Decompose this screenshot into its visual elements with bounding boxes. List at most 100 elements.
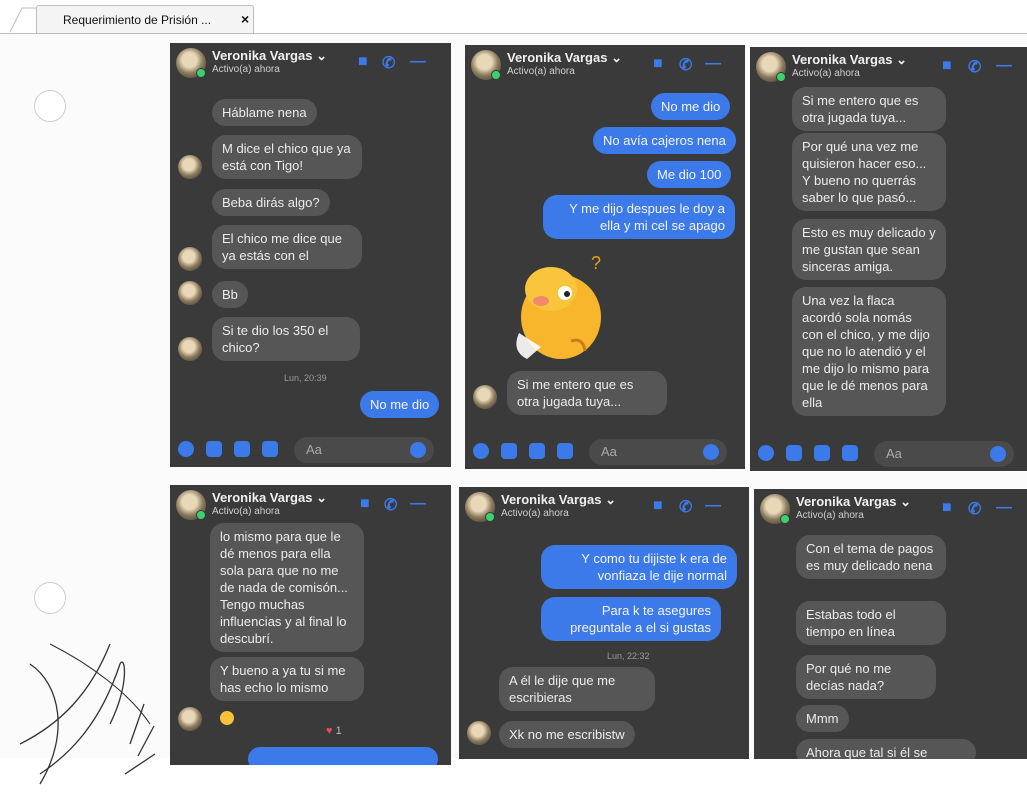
contact-status: Activo(a) ahora (796, 510, 864, 521)
video-call-icon[interactable]: ■ (942, 57, 952, 75)
punch-hole-bottom (34, 582, 66, 614)
received-message: lo mismo para que le dé menos para ella … (210, 523, 364, 652)
contact-name[interactable]: Veronika Vargas ⌄ (796, 494, 911, 510)
emoji-icon[interactable] (703, 444, 719, 460)
sticker-icon[interactable] (529, 443, 545, 459)
chat-screenshot-5: Veronika Vargas ⌄ Activo(a) ahora ■ ✆ — … (459, 487, 749, 759)
contact-name[interactable]: Veronika Vargas ⌄ (792, 52, 907, 68)
received-message: Y bueno a ya tu si me has echo lo mismo (210, 657, 364, 701)
contact-name[interactable]: Veronika Vargas ⌄ (501, 492, 616, 508)
sticker-icon: ? (516, 255, 601, 359)
received-message: Beba dirás algo? (212, 189, 330, 216)
chat-screenshot-4: Veronika Vargas ⌄ Activo(a) ahora ■ ✆ — … (170, 485, 451, 765)
contact-avatar (471, 50, 501, 80)
video-call-icon[interactable]: ■ (360, 495, 370, 513)
video-call-icon[interactable]: ■ (358, 53, 368, 71)
contact-avatar (756, 52, 786, 82)
chat-header: Veronika Vargas ⌄ Activo(a) ahora ■ ✆ — (750, 47, 1027, 87)
message-input-placeholder: Aa (306, 442, 322, 457)
minimize-icon[interactable]: — (705, 497, 721, 515)
emoji-icon (220, 711, 234, 725)
gif-icon[interactable] (557, 443, 573, 459)
received-message: Por qué no me decías nada? (796, 655, 936, 699)
document-tab[interactable]: Requerimiento de Prisión ... × (36, 5, 254, 34)
chat-screenshot-1: Veronika Vargas ⌄ Activo(a) ahora ■ ✆ — … (170, 43, 451, 467)
sender-avatar (178, 281, 202, 305)
sticker-icon[interactable] (814, 445, 830, 461)
minimize-icon[interactable]: — (996, 499, 1012, 517)
heart-reaction-icon[interactable]: ♥ 1 (326, 725, 342, 737)
emoji-icon[interactable] (410, 442, 426, 458)
message-input-placeholder: Aa (886, 446, 902, 461)
gif-icon[interactable] (842, 445, 858, 461)
message-timestamp: Lun, 22:32 (607, 651, 650, 661)
chat-header: Veronika Vargas ⌄ Activo(a) ahora ■ ✆ — (754, 489, 1027, 529)
contact-name[interactable]: Veronika Vargas ⌄ (212, 490, 327, 506)
emoji-icon[interactable] (990, 446, 1006, 462)
phone-icon[interactable]: ✆ (679, 55, 692, 75)
message-timestamp: Lun, 20:39 (284, 373, 327, 383)
plus-icon[interactable] (178, 441, 194, 457)
sent-message: No me dio (360, 391, 440, 418)
phone-icon[interactable]: ✆ (382, 53, 395, 73)
plus-icon[interactable] (473, 443, 489, 459)
chat-screenshot-2: Veronika Vargas ⌄ Activo(a) ahora ■ ✆ — … (465, 45, 745, 469)
received-message: Si te dio los 350 el chico? (212, 317, 360, 361)
contact-name[interactable]: Veronika Vargas ⌄ (212, 48, 327, 64)
received-message: Ahora que tal si él se (796, 739, 976, 759)
video-call-icon[interactable]: ■ (942, 499, 952, 517)
image-icon[interactable] (501, 443, 517, 459)
minimize-icon[interactable]: — (996, 57, 1012, 75)
message-input[interactable]: Aa (874, 441, 1014, 467)
received-message: El chico me dice que ya estás con el (212, 225, 362, 269)
received-message: Mmm (796, 705, 849, 732)
sent-message: Y me dijo despues le doy a ella y mi cel… (543, 195, 735, 239)
video-call-icon[interactable]: ■ (653, 55, 663, 73)
chat-screenshot-6: Veronika Vargas ⌄ Activo(a) ahora ■ ✆ — … (754, 489, 1027, 759)
online-indicator (780, 514, 790, 524)
chat-screenshot-3: Veronika Vargas ⌄ Activo(a) ahora ■ ✆ — … (750, 47, 1027, 471)
contact-name[interactable]: Veronika Vargas ⌄ (507, 50, 622, 66)
phone-icon[interactable]: ✆ (384, 495, 397, 515)
sent-message: No me dio (651, 93, 731, 120)
contact-status: Activo(a) ahora (212, 506, 280, 517)
received-message: Estabas todo el tiempo en línea (796, 601, 946, 645)
received-message: Si me entero que es otra jugada tuya... (792, 87, 946, 131)
tab-close-icon[interactable]: × (241, 11, 249, 27)
plus-icon[interactable] (758, 445, 774, 461)
received-message: Por qué una vez me quisieron hacer eso..… (792, 133, 946, 211)
handwritten-signature (19, 643, 156, 785)
message-input[interactable]: Aa (294, 437, 434, 463)
online-indicator (776, 72, 786, 82)
minimize-icon[interactable]: — (705, 55, 721, 73)
phone-icon[interactable]: ✆ (968, 499, 981, 519)
phone-icon[interactable]: ✆ (679, 497, 692, 517)
received-message: Bb (212, 281, 248, 308)
contact-avatar (760, 494, 790, 524)
message-input-placeholder: Aa (601, 444, 617, 459)
gif-icon[interactable] (262, 441, 278, 457)
image-icon[interactable] (206, 441, 222, 457)
sticker-icon[interactable] (234, 441, 250, 457)
received-message: Xk no me escribistw (499, 721, 635, 748)
minimize-icon[interactable]: — (410, 495, 426, 513)
punch-hole-top (34, 90, 66, 122)
received-message: M dice el chico que ya está con Tigo! (212, 135, 362, 179)
received-message: Con el tema de pagos es muy delicado nen… (796, 535, 946, 579)
received-message: A él le dije que me escribieras (499, 667, 655, 711)
received-message: Esto es muy delicado y me gustan que sea… (792, 219, 946, 280)
image-icon[interactable] (786, 445, 802, 461)
chat-header: Veronika Vargas ⌄ Activo(a) ahora ■ ✆ — (170, 43, 451, 83)
sent-message: Me dio 100 (647, 161, 732, 188)
sender-avatar (473, 385, 497, 409)
sent-message-partial (248, 747, 438, 765)
contact-avatar (465, 492, 495, 522)
browser-tab-bar: Requerimiento de Prisión ... × (0, 0, 1027, 34)
minimize-icon[interactable]: — (410, 53, 426, 71)
sender-avatar (467, 721, 491, 745)
sent-message: Y como tu dijiste k era de vonfiaza le d… (541, 545, 737, 589)
message-input[interactable]: Aa (589, 439, 727, 465)
video-call-icon[interactable]: ■ (653, 497, 663, 515)
sender-avatar (178, 155, 202, 179)
phone-icon[interactable]: ✆ (968, 57, 981, 77)
